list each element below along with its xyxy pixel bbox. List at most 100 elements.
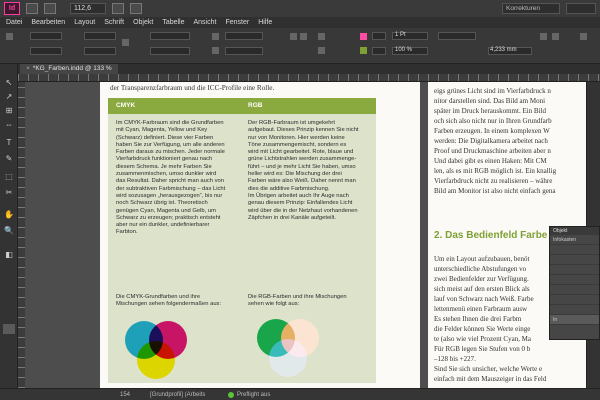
rgb-caption: Die RGB-Farben und ihre Mischungen sehen… [248, 294, 347, 309]
cmyk-text-line: Farben daraus zu mischen. Jeder normale [116, 149, 225, 156]
rgb-caption-line: Die RGB-Farben und ihre Mischungen [248, 294, 347, 300]
screen-mode-button[interactable] [112, 3, 124, 14]
select-container-icon[interactable] [318, 33, 325, 40]
horizontal-ruler[interactable] [18, 74, 600, 82]
rgb-text-line: heller wird es: Die Mischung der drei [248, 171, 342, 178]
panel-row[interactable] [550, 305, 599, 315]
shear-field[interactable] [225, 47, 263, 55]
menu-help[interactable]: Hilfe [258, 17, 272, 28]
rectangle-frame-tool-icon[interactable]: ⬚ [3, 172, 15, 182]
hand-tool-icon[interactable]: ✋ [3, 210, 15, 220]
rgb-text-line: wird mit Licht gearbeitet. Rote, blaue u… [248, 149, 354, 156]
cmyk-header: CMYK [116, 102, 136, 109]
fill-dropdown[interactable] [372, 32, 386, 40]
reference-point-icon[interactable] [6, 33, 13, 40]
stroke-dropdown[interactable] [372, 47, 386, 55]
indesign-logo: Id [4, 2, 20, 15]
vertical-ruler[interactable] [18, 82, 25, 388]
cmyk-caption: Die CMYK-Grundfarben und ihre Mischungen… [116, 294, 221, 309]
menu-view[interactable]: Ansicht [194, 17, 217, 28]
rgb-text-line: führt – und je mehr Licht Sie haben, ums… [248, 163, 356, 170]
direct-selection-tool-icon[interactable]: ↗ [3, 92, 15, 102]
flip-vertical-icon[interactable] [300, 33, 307, 40]
flip-horizontal-icon[interactable] [290, 33, 297, 40]
menu-layout[interactable]: Layout [74, 17, 95, 28]
menu-edit[interactable]: Bearbeiten [31, 17, 65, 28]
yellow-circle [137, 341, 175, 379]
right-text-line: Für RGB legen Sie Stufen von 0 b [434, 345, 531, 353]
stroke-weight-value: 1 Pt [395, 32, 406, 38]
workspace-switcher[interactable]: Korrekturen [502, 3, 560, 14]
arrange-documents-button[interactable] [130, 3, 142, 14]
cmyk-rgb-table[interactable]: CMYK RGB Im CMYK-Farbraum sind die Grund… [108, 98, 376, 383]
right-text-line: eigs grünes Licht sind im Vierfarbdruck … [434, 87, 551, 95]
pen-tool-icon[interactable]: ✎ [3, 154, 15, 164]
rgb-venn-diagram[interactable] [240, 310, 360, 380]
page-tool-icon[interactable]: ⊞ [3, 106, 15, 116]
menu-bar: Datei Bearbeiten Layout Schrift Objekt T… [0, 17, 600, 28]
menu-object[interactable]: Objekt [133, 17, 153, 28]
page-spine [420, 82, 428, 388]
cmyk-text-line: (Schwarz) definiert. Diese vier Farben [116, 134, 214, 141]
fx-effects-icon[interactable] [540, 33, 547, 40]
panel-row[interactable] [550, 275, 599, 285]
view-options-button[interactable] [44, 3, 56, 14]
opacity-value: 100 % [395, 47, 413, 53]
cmyk-venn-diagram[interactable] [112, 310, 232, 380]
right-text-line: sich meist auf den ersten Blick als [434, 285, 530, 293]
preflight-status-icon [228, 392, 234, 398]
scale-x-field[interactable] [150, 32, 190, 40]
x-field[interactable] [30, 32, 62, 40]
drop-shadow-icon[interactable] [552, 33, 559, 40]
menu-window[interactable]: Fenster [225, 17, 249, 28]
menu-type[interactable]: Schrift [104, 17, 124, 28]
height-field[interactable] [84, 47, 116, 55]
selection-tool-icon[interactable]: ↖ [3, 78, 15, 88]
application-bar: Id 112,6 Korrekturen [0, 0, 600, 17]
scissors-tool-icon[interactable]: ✂ [3, 188, 15, 198]
object-styles-panel[interactable]: Objekt Infokasten In [549, 226, 600, 340]
panel-row[interactable] [550, 245, 599, 255]
panel-row[interactable] [550, 265, 599, 275]
preflight-label[interactable]: Preflight aus [237, 391, 270, 399]
preflight-profile[interactable]: [Grundprofil] (Arbeits [150, 391, 205, 399]
pasteboard[interactable]: der Transparenzfarbraum und die ICC-Prof… [25, 82, 600, 388]
panel-row[interactable] [550, 255, 599, 265]
rotate-icon[interactable] [212, 33, 219, 40]
right-text-line: –128 bis +227. [434, 355, 476, 363]
wrap-options-icon[interactable] [580, 33, 587, 40]
panel-row-selected[interactable]: In [550, 315, 599, 325]
close-tab-icon[interactable]: × [26, 65, 30, 72]
shear-icon[interactable] [212, 47, 219, 54]
menu-table[interactable]: Tabelle [162, 17, 184, 28]
constrain-proportions-icon[interactable] [122, 39, 129, 46]
stroke-swatch-icon[interactable] [360, 47, 367, 54]
cmyk-text-line: genügen Cyan, Magenta und Gelb, um [116, 207, 216, 214]
fill-stroke-icon[interactable]: ◧ [3, 250, 15, 260]
document-tab[interactable]: × *KG_Farben.indd @ 133 % [20, 64, 118, 74]
rgb-text-line: Farben wäre also Weiß. Daher nennt man [248, 178, 356, 185]
rotation-field[interactable] [225, 32, 263, 40]
gap-tool-icon[interactable]: ⇔ [3, 120, 15, 130]
zoom-field[interactable]: 112,6 [70, 3, 106, 14]
search-field[interactable] [566, 3, 596, 14]
type-tool-icon[interactable]: T [3, 138, 15, 148]
preview-mode-icon[interactable] [3, 324, 15, 334]
zoom-tool-icon[interactable]: 🔍 [3, 226, 15, 236]
rgb-text-line: Im Übrigen arbeitet auch Ihr Auge nach [248, 192, 349, 199]
panel-row[interactable]: Infokasten [550, 235, 599, 245]
select-content-icon[interactable] [318, 47, 325, 54]
left-page[interactable]: der Transparenzfarbraum und die ICC-Prof… [100, 82, 420, 388]
panel-row[interactable] [550, 295, 599, 305]
bridge-button[interactable] [26, 3, 38, 14]
menu-file[interactable]: Datei [6, 17, 22, 28]
y-field[interactable] [30, 47, 62, 55]
scale-y-field[interactable] [150, 47, 190, 55]
page-number-field[interactable]: 154 [120, 391, 130, 399]
fill-swatch-icon[interactable] [360, 33, 367, 40]
right-text-line: Bild am Monitor ist also nicht einfach g… [434, 187, 556, 195]
tools-panel: ↖ ↗ ⊞ ⇔ T ✎ ⬚ ✂ ✋ 🔍 ◧ [0, 64, 18, 400]
panel-row[interactable] [550, 285, 599, 295]
width-field[interactable] [84, 32, 116, 40]
stroke-type-dropdown[interactable] [438, 32, 476, 40]
